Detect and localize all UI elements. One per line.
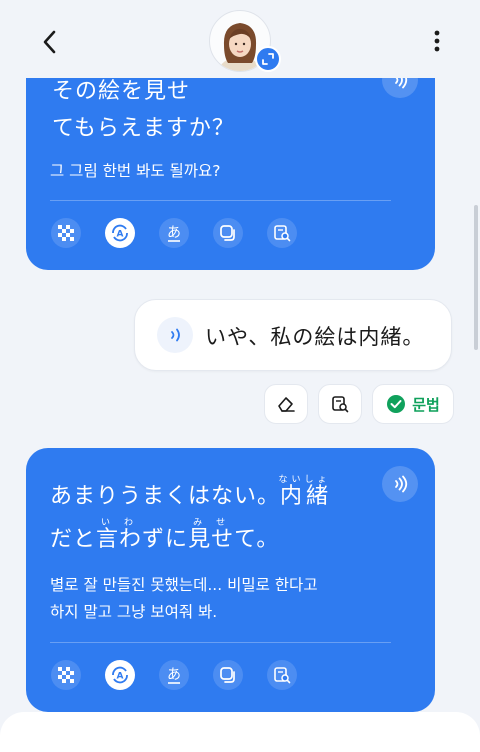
copy-icon [220, 225, 235, 241]
analyze-button[interactable] [267, 218, 297, 248]
checkerboard-icon [58, 225, 74, 241]
document-search-icon [274, 225, 291, 242]
furigana-word: わわ [119, 518, 143, 552]
message-japanese-line: だと言いわわずに見せみせて。 [50, 518, 279, 555]
chevron-left-icon [43, 30, 56, 54]
message-translation: 그 그림 한번 봐도 될까요? [50, 162, 221, 180]
furigana-icon: あ [167, 225, 181, 242]
svg-text:あ: あ [167, 667, 181, 683]
kana-base: わ [119, 527, 143, 552]
kanji-base: 見せ [188, 527, 235, 552]
document-search-icon [274, 667, 291, 684]
checkerboard-icon [58, 667, 74, 683]
input-bar [0, 712, 480, 752]
message-translation: 하지 말고 그냥 보여줘 봐. [50, 603, 218, 621]
furigana-word: 言い [96, 518, 120, 552]
blur-text-button[interactable] [51, 218, 81, 248]
furigana-reading: みせ [188, 518, 235, 528]
user-message-bubble: いや、私の絵は内緒。 [134, 299, 452, 371]
auto-play-button[interactable]: A [105, 218, 135, 248]
message-japanese-line: てもらえますか？ [52, 116, 235, 141]
jp-segment: ずに [142, 527, 189, 552]
furigana-reading: ないしょ [278, 475, 331, 485]
divider [50, 642, 391, 643]
ai-message-bubble: あまりうまくはない。内緒ないしょ だと言いわわずに見せみせて。 별로 잘 만들진… [26, 448, 435, 712]
auto-replay-icon: A [112, 666, 128, 684]
furigana-word: 内緒ないしょ [278, 475, 331, 509]
svg-text:あ: あ [167, 225, 181, 241]
erase-button[interactable] [264, 384, 308, 424]
expand-avatar-button[interactable] [255, 46, 281, 72]
user-message-text: いや、私の絵は内緒。 [205, 325, 425, 349]
chat-header [0, 0, 480, 78]
copy-button[interactable] [213, 218, 243, 248]
message-japanese-line: あまりうまくはない。内緒ないしょ [50, 475, 331, 512]
analyze-button[interactable] [267, 660, 297, 690]
grammar-label: 문법 [412, 395, 440, 414]
more-vertical-icon [434, 30, 440, 52]
more-options-button[interactable] [424, 24, 450, 58]
analyze-user-button[interactable] [318, 384, 362, 424]
user-audio-button[interactable] [157, 317, 193, 353]
expand-arrows-icon [262, 53, 274, 65]
document-search-icon [332, 396, 349, 413]
kanji-base: 内緒 [278, 484, 331, 509]
svg-text:A: A [117, 672, 124, 682]
check-circle-icon [387, 395, 406, 413]
back-button[interactable] [30, 24, 70, 60]
avatar-button[interactable] [209, 10, 281, 72]
furigana-button[interactable]: あ [159, 660, 189, 690]
message-translation: 별로 잘 만들진 못했는데... 비밀로 한다고 [50, 576, 318, 594]
auto-play-button[interactable]: A [105, 660, 135, 690]
jp-segment: だと [50, 527, 97, 552]
scrollbar[interactable] [474, 205, 478, 350]
svg-text:A: A [117, 230, 124, 240]
kanji-base: 言 [96, 527, 120, 552]
grammar-button[interactable]: 문법 [372, 384, 454, 424]
jp-segment: て。 [234, 527, 280, 552]
blur-text-button[interactable] [51, 660, 81, 690]
furigana-icon: あ [167, 667, 181, 684]
furigana-reading: わ [119, 518, 143, 528]
message-japanese-line: その絵を見せ [52, 79, 191, 104]
furigana-reading: い [96, 518, 120, 528]
play-audio-button[interactable] [382, 466, 418, 502]
furigana-word: 見せみせ [188, 518, 235, 552]
copy-button[interactable] [213, 660, 243, 690]
eraser-icon [278, 397, 295, 412]
jp-segment: あまりうまくはない。 [50, 484, 281, 509]
copy-icon [220, 667, 235, 683]
speaker-wave-icon [395, 475, 408, 493]
auto-replay-icon: A [112, 224, 128, 242]
furigana-button[interactable]: あ [159, 218, 189, 248]
divider [50, 200, 391, 201]
speaker-wave-icon [171, 328, 180, 342]
